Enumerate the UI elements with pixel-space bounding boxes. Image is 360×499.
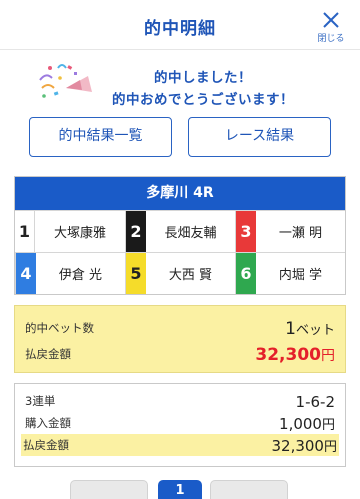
payout-amount: 32,300 <box>255 345 321 365</box>
detail-payout-amount: 32,300 <box>271 437 324 455</box>
page-prev-button[interactable] <box>70 480 148 499</box>
race-result-button[interactable]: レース結果 <box>188 117 331 157</box>
hit-bets-value: 1ベット <box>285 319 335 339</box>
racer-3: 3 一瀬 明 <box>235 210 345 252</box>
page-title: 的中明細 <box>144 19 216 39</box>
racer-name-1: 大塚康雅 <box>35 211 125 252</box>
purchase-label: 購入金額 <box>25 416 71 430</box>
detail-payout-row: 払戻金額 32,300円 <box>21 434 339 456</box>
racer-5: 5 大西 賢 <box>125 252 235 294</box>
racer-4: 4 伊倉 光 <box>15 252 125 294</box>
boat-number-4: 4 <box>16 253 36 294</box>
detail-payout-value: 32,300円 <box>271 436 337 455</box>
pagination: 1 <box>0 480 360 499</box>
race-card: 多摩川 4R 1 大塚康雅 2 長畑友輔 3 一瀬 明 4 伊倉 光 5 大西 … <box>14 176 346 295</box>
racer-grid: 1 大塚康雅 2 長畑友輔 3 一瀬 明 4 伊倉 光 5 大西 賢 6 内堀 … <box>15 210 345 294</box>
hit-bets-number: 1 <box>285 319 296 339</box>
racer-6: 6 内堀 学 <box>235 252 345 294</box>
hit-bets-unit: ベット <box>295 323 335 338</box>
hit-message-area: 的中しました！ 的中おめでとうございます！ <box>0 58 360 110</box>
bet-type-row: 3連単 1-6-2 <box>23 390 337 412</box>
payout-row: 払戻金額 32,300円 <box>25 341 335 365</box>
racer-name-3: 一瀬 明 <box>256 211 345 252</box>
racer-2: 2 長畑友輔 <box>125 210 235 252</box>
modal-header: 的中明細 閉じる <box>0 0 360 50</box>
close-icon <box>323 12 339 28</box>
page-next-button[interactable] <box>210 480 288 499</box>
bet-type-label: 3連単 <box>25 394 56 408</box>
boat-number-6: 6 <box>236 253 256 294</box>
racer-name-4: 伊倉 光 <box>36 253 125 294</box>
boat-number-5: 5 <box>126 253 146 294</box>
hit-bets-label: 的中ベット数 <box>25 321 94 335</box>
hit-result-list-button[interactable]: 的中結果一覧 <box>29 117 172 157</box>
bet-combination: 1-6-2 <box>295 393 335 411</box>
close-button[interactable]: 閉じる <box>314 10 348 46</box>
hit-message-line2: 的中おめでとうございます！ <box>112 92 294 108</box>
purchase-row: 購入金額 1,000円 <box>23 412 337 434</box>
page-current-button[interactable]: 1 <box>158 480 202 499</box>
racer-1: 1 大塚康雅 <box>15 210 125 252</box>
racer-name-5: 大西 賢 <box>146 253 235 294</box>
race-title: 多摩川 4R <box>15 177 345 210</box>
hit-summary: 的中ベット数 1ベット 払戻金額 32,300円 <box>14 305 346 373</box>
boat-number-1: 1 <box>15 211 35 252</box>
payout-value: 32,300円 <box>255 345 335 365</box>
boat-number-2: 2 <box>126 211 146 252</box>
purchase-value: 1,000円 <box>279 414 335 433</box>
purchase-amount: 1,000 <box>279 415 322 433</box>
boat-number-3: 3 <box>236 211 256 252</box>
close-label: 閉じる <box>317 34 345 44</box>
payout-label: 払戻金額 <box>25 347 71 361</box>
racer-name-6: 内堀 学 <box>256 253 345 294</box>
hit-message-line1: 的中しました！ <box>154 70 252 86</box>
racer-name-2: 長畑友輔 <box>146 211 235 252</box>
purchase-unit: 円 <box>321 418 335 433</box>
detail-payout-unit: 円 <box>323 440 337 455</box>
detail-payout-label: 払戻金額 <box>23 438 69 452</box>
payout-unit: 円 <box>321 348 335 364</box>
hit-bets-row: 的中ベット数 1ベット <box>25 315 335 339</box>
bet-detail: 3連単 1-6-2 購入金額 1,000円 払戻金額 32,300円 <box>14 383 346 467</box>
